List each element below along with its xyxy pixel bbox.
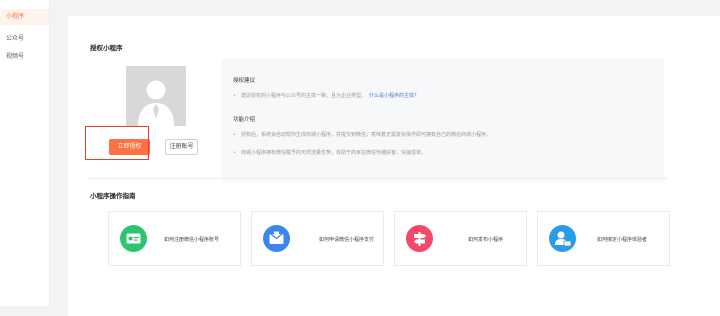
sidebar-item-mini-program[interactable]: 小程序 (0, 9, 49, 25)
id-card-icon (120, 225, 147, 252)
mini-program-avatar (126, 66, 186, 126)
guide-card-label: 如何注册微信小程序账号 (164, 237, 220, 243)
bullet-icon: • (233, 132, 236, 138)
sidebar-item-video-account[interactable]: 视频号 (0, 49, 49, 65)
highlight-outline (85, 126, 149, 160)
feature-text: 授权后，系统会自动帮你生成商城小程序，并提交到微信；意味着无需复杂操作即可拥有自… (240, 132, 491, 138)
bullet-icon: • (233, 93, 236, 99)
guide-card-tester[interactable]: 如何绑定小程序体验者 (537, 211, 670, 266)
info-panel: 授权建议 • 建议授权的小程序与公众号的主体一致，且为企业类型。 什么是小程序的主体… (221, 59, 664, 182)
guide-card-publish[interactable]: 如何发布小程序 (394, 211, 527, 266)
features-title: 功能介绍 (233, 117, 256, 123)
guide-card-label: 如何绑定小程序体验者 (597, 237, 648, 243)
bullet-icon: • (233, 150, 236, 156)
avatar-placeholder-icon (138, 80, 174, 126)
suggestion-line: • 建议授权的小程序与公众号的主体一致，且为企业类型。 什么是小程序的主体？ (233, 92, 419, 99)
feature-item: • 授权后，系统会自动帮你生成商城小程序，并提交到微信；意味着无需复杂操作即可拥有… (233, 131, 491, 138)
sidebar: 小程序 公众号 视频号 (0, 0, 50, 306)
guide-card-label: 如何申请微信小程序支付 (319, 237, 375, 243)
sidebar-item-official-account[interactable]: 公众号 (0, 31, 49, 47)
user-card-icon (549, 225, 576, 252)
signpost-icon (406, 225, 433, 252)
suggestion-title: 授权建议 (233, 78, 256, 84)
register-account-button[interactable]: 注册账号 (165, 139, 198, 155)
guide-card-register[interactable]: 如何注册微信小程序账号 (108, 211, 241, 266)
guide-card-payment[interactable]: 如何申请微信小程序支付 (251, 211, 384, 266)
wallet-icon (263, 225, 290, 252)
subject-help-link[interactable]: 什么是小程序的主体？ (369, 93, 419, 99)
suggestion-text: 建议授权的小程序与公众号的主体一致，且为企业类型。 (240, 93, 366, 99)
guide-card-label: 如何发布小程序 (468, 237, 504, 243)
section-divider (88, 178, 668, 179)
authorize-section-title: 授权小程序 (90, 44, 123, 52)
feature-item: • 商城小程序拥有微信赋予的天然流量优势，有助于商家在微信传播获客，快速成单。 (233, 149, 426, 156)
feature-text: 商城小程序拥有微信赋予的天然流量优势，有助于商家在微信传播获客，快速成单。 (240, 150, 426, 156)
guide-section-title: 小程序操作指南 (90, 192, 136, 200)
main-panel: 授权小程序 立即授权 注册账号 授权建议 • 建议授权的小程序与公众号的主体一致，… (68, 16, 720, 316)
